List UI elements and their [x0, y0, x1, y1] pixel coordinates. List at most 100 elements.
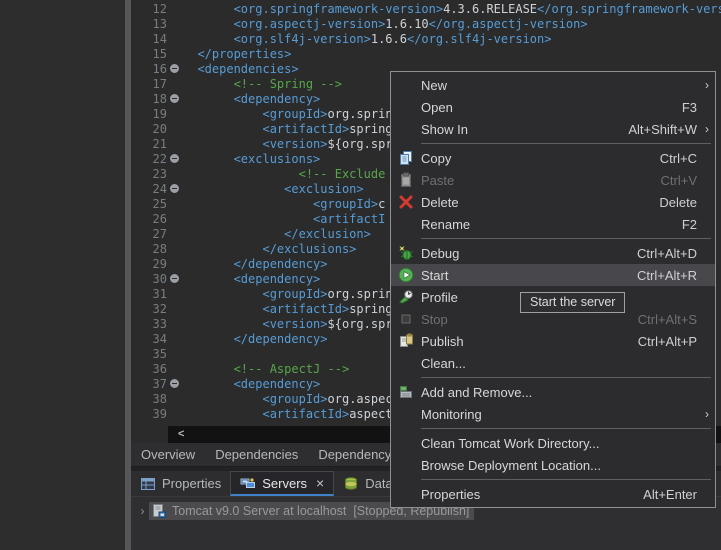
- menu-item-shortcut: Ctrl+V: [660, 172, 697, 188]
- fold-collapse-icon[interactable]: [170, 184, 179, 193]
- code-line: 15 </properties>: [131, 47, 721, 62]
- servers-icon: [240, 475, 256, 491]
- menu-item-rename[interactable]: Rename F2: [391, 213, 715, 235]
- line-number: 27: [152, 227, 167, 241]
- menu-item-shortcut: F2: [681, 216, 697, 232]
- line-number: 14: [152, 32, 167, 46]
- line-number: 20: [152, 122, 167, 136]
- paste-icon: [391, 172, 421, 188]
- publish-icon: [391, 333, 421, 349]
- menu-item-publish[interactable]: Publish Ctrl+Alt+P: [391, 330, 715, 352]
- line-number: 38: [152, 392, 167, 406]
- submenu-arrow-icon: ›: [705, 407, 709, 421]
- menu-item-label: Show In: [421, 121, 468, 137]
- left-panel: [0, 0, 125, 550]
- tab-overview[interactable]: Overview: [131, 447, 205, 462]
- copy-icon: [391, 150, 421, 166]
- menu-item-shortcut: Delete: [659, 194, 697, 210]
- menu-separator: [391, 425, 715, 432]
- add-remove-icon: [391, 384, 421, 400]
- line-number: 16: [152, 62, 167, 76]
- menu-item-label: Stop: [421, 311, 448, 327]
- submenu-arrow-icon: ›: [705, 122, 709, 136]
- menu-item-label: Copy: [421, 150, 452, 166]
- tooltip-text: Start the server: [530, 295, 616, 309]
- chevron-right-icon[interactable]: ›: [136, 504, 149, 518]
- line-number: 24: [152, 182, 167, 196]
- tab-servers[interactable]: Servers ×: [230, 471, 335, 496]
- menu-item-delete[interactable]: Delete Delete: [391, 191, 715, 213]
- line-number: 34: [152, 332, 167, 346]
- menu-item-label: Monitoring: [421, 406, 482, 422]
- menu-item-clean[interactable]: Clean...: [391, 352, 715, 374]
- line-number: 29: [152, 257, 167, 271]
- menu-item-shortcut: Ctrl+C: [659, 150, 697, 166]
- scroll-left-icon[interactable]: <: [168, 426, 184, 443]
- tab-properties-label: Properties: [162, 476, 222, 491]
- menu-item-label: Clean Tomcat Work Directory...: [421, 435, 600, 451]
- line-number: 19: [152, 107, 167, 121]
- fold-collapse-icon[interactable]: [170, 379, 179, 388]
- menu-item-label: Delete: [421, 194, 459, 210]
- code-line: 13 <org.aspectj-version>1.6.10</org.aspe…: [131, 17, 721, 32]
- menu-separator: [391, 476, 715, 483]
- tooltip: Start the server: [520, 292, 626, 313]
- line-number: 28: [152, 242, 167, 256]
- debug-icon: [391, 245, 421, 261]
- submenu-arrow-icon: ›: [705, 78, 709, 92]
- context-menu: New › Open F3 Show In Alt+Shift+W › Copy Ctrl+C P…: [390, 71, 716, 508]
- menu-item-paste: Paste Ctrl+V: [391, 169, 715, 191]
- fold-collapse-icon[interactable]: [170, 94, 179, 103]
- menu-separator: [391, 235, 715, 242]
- line-number: 33: [152, 317, 167, 331]
- menu-item-label: Debug: [421, 245, 460, 261]
- properties-table-icon: [140, 476, 156, 492]
- menu-item-label: Paste: [421, 172, 455, 188]
- profile-icon: [391, 289, 421, 305]
- stop-icon: [391, 311, 421, 327]
- line-number: 18: [152, 92, 167, 106]
- menu-item-clean-tomcat-work-directory[interactable]: Clean Tomcat Work Directory...: [391, 432, 715, 454]
- menu-item-properties[interactable]: Properties Alt+Enter: [391, 483, 715, 505]
- menu-item-label: Browse Deployment Location...: [421, 457, 601, 473]
- line-number: 12: [152, 2, 167, 16]
- line-number: 31: [152, 287, 167, 301]
- line-number: 36: [152, 362, 167, 376]
- fold-collapse-icon[interactable]: [170, 154, 179, 163]
- menu-separator: [391, 374, 715, 381]
- menu-item-shortcut: Alt+Shift+W: [628, 121, 697, 137]
- line-number: 32: [152, 302, 167, 316]
- menu-item-open[interactable]: Open F3: [391, 96, 715, 118]
- menu-item-label: Properties: [421, 486, 481, 502]
- menu-item-new[interactable]: New ›: [391, 74, 715, 96]
- menu-item-label: Clean...: [421, 355, 466, 371]
- tomcat-server-icon: [151, 503, 167, 519]
- menu-item-copy[interactable]: Copy Ctrl+C: [391, 147, 715, 169]
- menu-item-show-in[interactable]: Show In Alt+Shift+W ›: [391, 118, 715, 140]
- start-icon: [391, 267, 421, 283]
- menu-item-label: Rename: [421, 216, 471, 232]
- line-number: 22: [152, 152, 167, 166]
- line-number: 35: [152, 347, 167, 361]
- line-number: 25: [152, 197, 167, 211]
- code-line: 14 <org.slf4j-version>1.6.6</org.slf4j-v…: [131, 32, 721, 47]
- menu-item-shortcut: F3: [681, 99, 697, 115]
- menu-item-shortcut: Ctrl+Alt+R: [637, 267, 697, 283]
- menu-item-browse-deployment-location[interactable]: Browse Deployment Location...: [391, 454, 715, 476]
- line-number: 37: [152, 377, 167, 391]
- line-number: 23: [152, 167, 167, 181]
- close-icon[interactable]: ×: [316, 476, 324, 490]
- menu-item-monitoring[interactable]: Monitoring ›: [391, 403, 715, 425]
- line-number: 39: [152, 407, 167, 421]
- menu-item-add-and-remove[interactable]: Add and Remove...: [391, 381, 715, 403]
- fold-collapse-icon[interactable]: [170, 64, 179, 73]
- menu-item-shortcut: Alt+Enter: [643, 486, 697, 502]
- menu-item-start[interactable]: Start Ctrl+Alt+R: [391, 264, 715, 286]
- tab-properties[interactable]: Properties: [131, 471, 230, 496]
- tab-dependencies[interactable]: Dependencies: [205, 447, 308, 462]
- menu-separator: [391, 140, 715, 147]
- code-line: 12 <org.springframework-version>4.3.6.RE…: [131, 2, 721, 17]
- fold-collapse-icon[interactable]: [170, 274, 179, 283]
- data-source-icon: [343, 476, 359, 492]
- menu-item-debug[interactable]: Debug Ctrl+Alt+D: [391, 242, 715, 264]
